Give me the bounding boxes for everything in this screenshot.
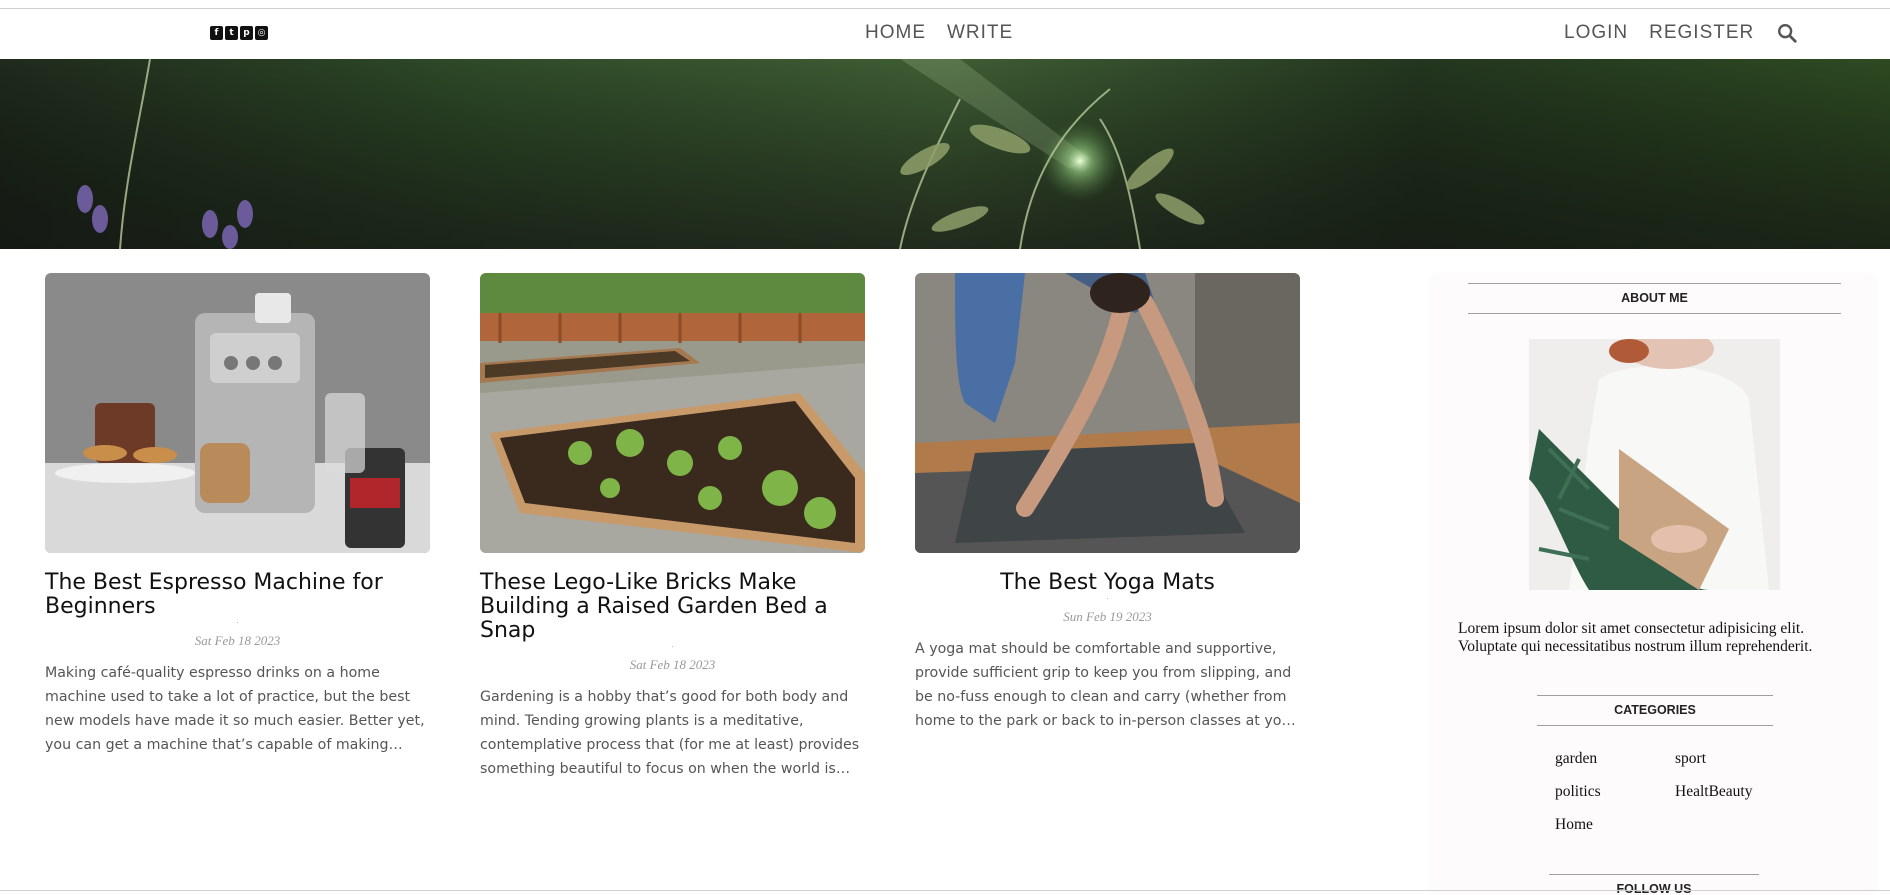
post-title[interactable]: These Lego-Like Bricks Make Building a R… xyxy=(480,571,865,643)
about-me-image xyxy=(1529,339,1780,590)
post-date: Sat Feb 18 2023 xyxy=(194,633,281,648)
facebook-icon[interactable]: f xyxy=(210,26,223,40)
post-excerpt: Making café-quality espresso drinks on a… xyxy=(45,665,425,753)
post-date: Sun Feb 19 2023 xyxy=(1063,609,1152,624)
post-title[interactable]: The Best Espresso Machine for Beginners xyxy=(45,571,430,619)
main-nav: HOME WRITE xyxy=(865,22,1013,44)
category-link[interactable]: Home xyxy=(1555,816,1593,834)
post-excerpt: A yoga mat should be comfortable and sup… xyxy=(915,641,1297,729)
post-image[interactable] xyxy=(45,273,430,553)
post-card[interactable]: The Best Espresso Machine for Beginners … xyxy=(45,273,430,757)
twitter-icon[interactable]: t xyxy=(225,26,238,40)
categories-title: CATEGORIES xyxy=(1537,695,1773,726)
account-nav: LOGIN REGISTER xyxy=(1564,22,1798,44)
post-image[interactable] xyxy=(915,273,1300,553)
nav-login-link[interactable]: LOGIN xyxy=(1564,22,1628,44)
separator-dot: · xyxy=(671,642,674,651)
category-link[interactable]: HealtBeauty xyxy=(1675,783,1752,801)
post-card[interactable]: The Best Yoga Mats · Sun Feb 19 2023 A y… xyxy=(915,273,1300,733)
about-me-title: ABOUT ME xyxy=(1468,283,1841,314)
post-card[interactable]: These Lego-Like Bricks Make Building a R… xyxy=(480,273,865,781)
sidebar: ABOUT ME Lorem ipsum dolor sit amet cons… xyxy=(1428,273,1878,895)
follow-us-title: FOLLOW US xyxy=(1549,874,1759,895)
category-link[interactable]: sport xyxy=(1675,750,1706,768)
category-link[interactable]: politics xyxy=(1555,783,1601,801)
hero-banner-image xyxy=(0,59,1890,249)
about-me-text: Lorem ipsum dolor sit amet consectetur a… xyxy=(1458,620,1813,655)
separator-dot: · xyxy=(1106,594,1109,603)
instagram-icon[interactable]: ◎ xyxy=(255,26,268,40)
nav-register-link[interactable]: REGISTER xyxy=(1649,22,1754,44)
post-title[interactable]: The Best Yoga Mats xyxy=(915,571,1300,595)
social-links: f t p ◎ xyxy=(210,26,268,40)
bottom-border xyxy=(0,890,1890,891)
nav-home-link[interactable]: HOME xyxy=(865,22,926,44)
post-image[interactable] xyxy=(480,273,865,553)
navbar: f t p ◎ HOME WRITE LOGIN REGISTER xyxy=(0,9,1890,59)
separator-dot: · xyxy=(236,618,239,627)
post-excerpt: Gardening is a hobby that’s good for bot… xyxy=(480,689,860,777)
category-link[interactable]: garden xyxy=(1555,750,1597,768)
nav-write-link[interactable]: WRITE xyxy=(947,22,1013,44)
pinterest-icon[interactable]: p xyxy=(240,26,253,40)
post-date: Sat Feb 18 2023 xyxy=(629,657,716,672)
search-icon[interactable] xyxy=(1776,22,1798,44)
